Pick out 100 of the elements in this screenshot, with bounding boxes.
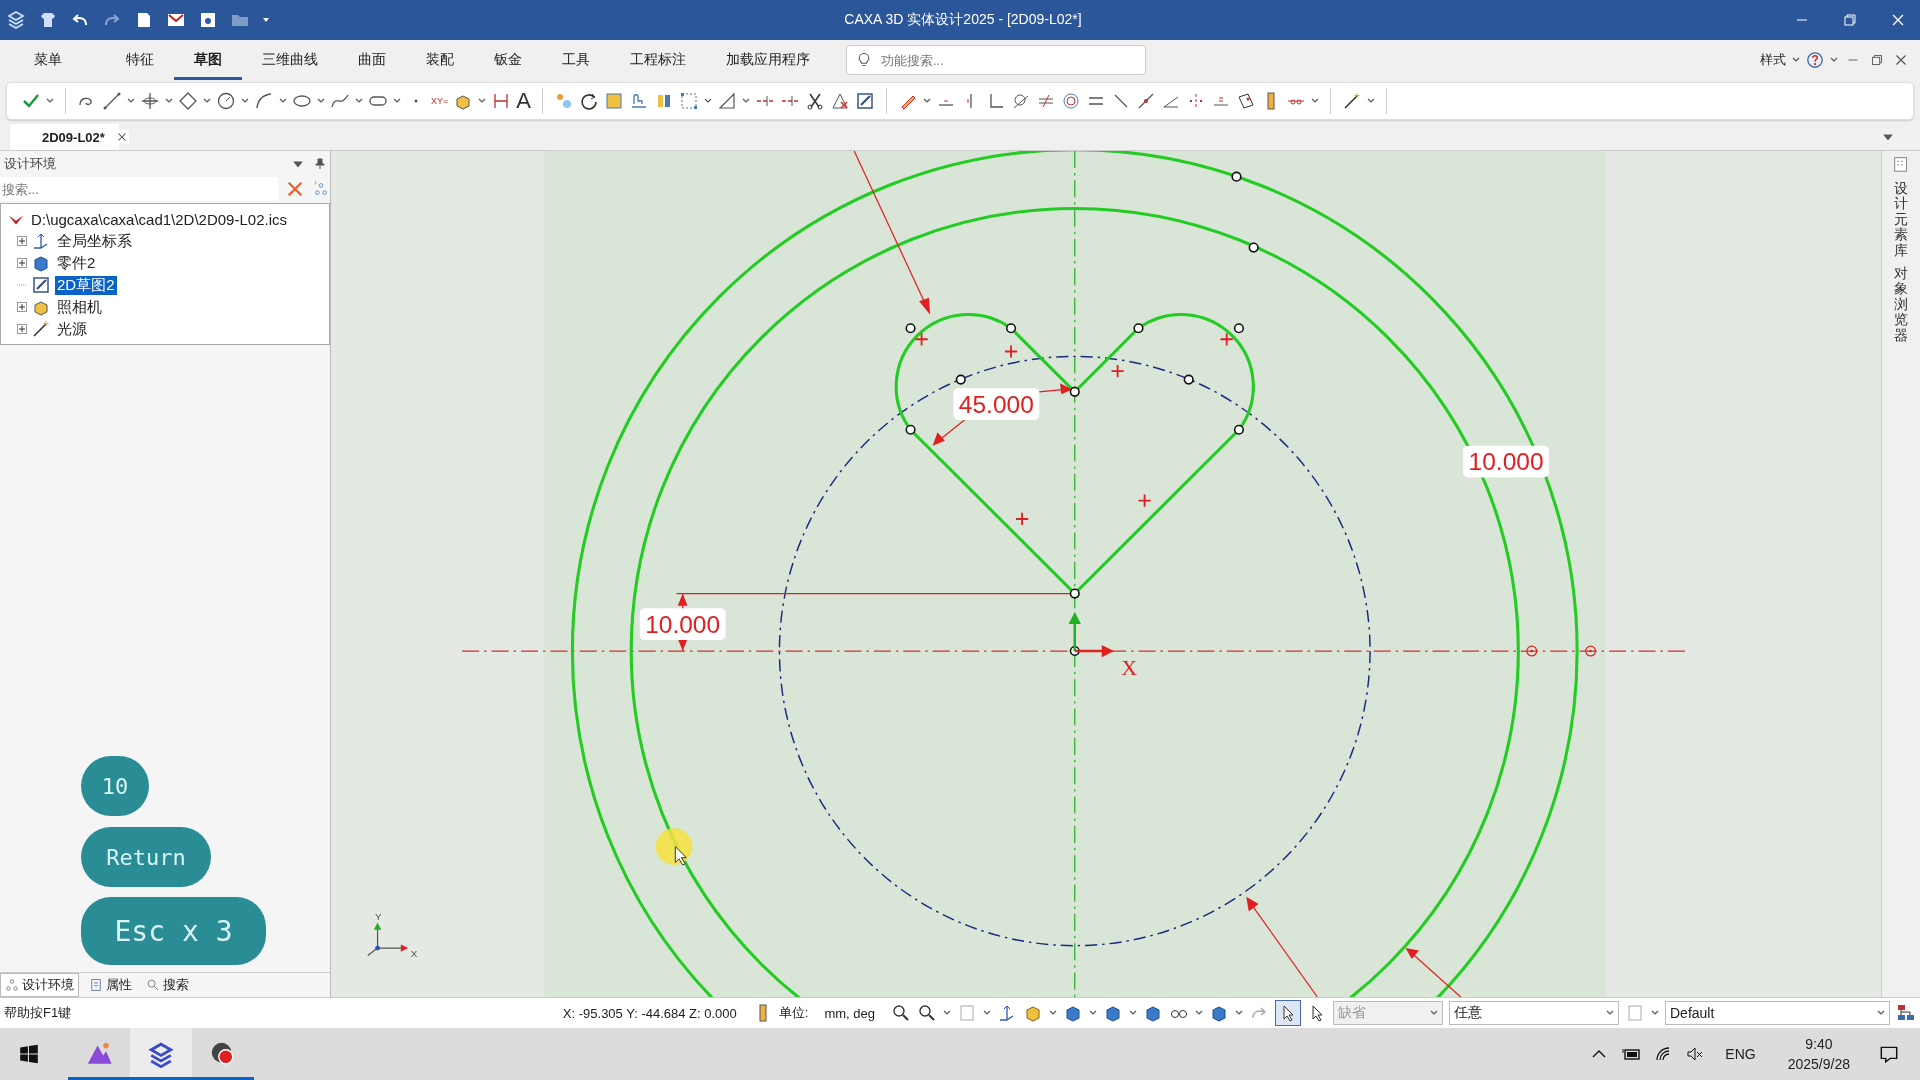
caret-icon[interactable] [1792, 57, 1800, 63]
ribbon-tab[interactable]: 装配 [406, 40, 474, 80]
ribbon-tab[interactable]: 工具 [542, 40, 610, 80]
grid-icon[interactable] [678, 91, 699, 111]
caret-icon[interactable] [355, 98, 363, 104]
expand-icon[interactable] [17, 236, 27, 246]
panel-icon[interactable] [1892, 155, 1910, 173]
crosshair-icon[interactable] [140, 91, 160, 111]
caret-icon[interactable] [279, 98, 287, 104]
zoom-icon[interactable] [917, 1003, 937, 1023]
style-menu[interactable]: 样式 [1760, 51, 1786, 69]
caret-icon[interactable] [1089, 1010, 1097, 1016]
line-icon[interactable] [102, 91, 122, 111]
tree-item[interactable]: D:\ugcaxa\caxa\cad1\2D\2D09-L02.ics [29, 210, 289, 228]
unit-value[interactable]: mm, deg [824, 1005, 875, 1021]
clock-time[interactable]: 9:40 [1805, 1036, 1833, 1052]
help-icon[interactable] [1806, 51, 1824, 69]
diamond-icon[interactable] [178, 91, 198, 111]
ribbon-tab[interactable]: 钣金 [474, 40, 542, 80]
rotate-icon[interactable] [578, 91, 599, 111]
xy-tool[interactable]: XY= [431, 96, 449, 106]
app-logo-icon[interactable] [6, 10, 26, 30]
vertex-point[interactable] [1069, 588, 1080, 599]
arc-icon[interactable] [254, 91, 274, 111]
vertex-point[interactable] [1248, 242, 1259, 253]
concentric-icon[interactable] [1060, 91, 1081, 111]
clear-icon[interactable] [286, 180, 304, 198]
side-tab[interactable]: 对象浏览器 [1894, 265, 1908, 343]
panel-tab[interactable]: 设计环境 [0, 973, 79, 997]
caret-icon[interactable] [1606, 1010, 1614, 1016]
caret-icon[interactable] [165, 98, 173, 104]
vertex-point[interactable] [905, 424, 916, 435]
triangle-icon[interactable] [716, 91, 737, 111]
expand-icon[interactable] [17, 324, 27, 334]
save-icon[interactable] [198, 10, 218, 30]
caret-icon[interactable] [317, 98, 325, 104]
vertex-point[interactable] [905, 323, 916, 334]
caret-icon[interactable] [1366, 98, 1375, 104]
style-dropdown[interactable]: Default [1665, 1001, 1890, 1025]
vertex-point[interactable] [1133, 323, 1144, 334]
caret-icon[interactable] [741, 98, 750, 104]
pointer-icon[interactable] [1275, 1000, 1301, 1026]
language-indicator[interactable]: ENG [1725, 1046, 1756, 1062]
dimension-label[interactable]: 10.000 [1463, 445, 1549, 478]
caret-icon[interactable] [703, 98, 712, 104]
taskbar-app[interactable] [130, 1028, 192, 1080]
search-field[interactable]: 功能搜索... [846, 45, 1146, 75]
erase-icon[interactable] [829, 91, 850, 111]
side-tab[interactable]: 设计元素库 [1894, 181, 1908, 258]
ribbon-tab[interactable]: 三维曲线 [242, 40, 338, 80]
document-tab[interactable]: 2D09-L02* [10, 124, 119, 150]
caret-icon[interactable] [1877, 1010, 1885, 1016]
caret-icon[interactable] [1235, 1010, 1243, 1016]
layers-icon[interactable] [1896, 1003, 1916, 1023]
shirt-icon[interactable] [38, 10, 58, 30]
caret-icon[interactable] [943, 1010, 951, 1016]
caret-icon[interactable] [1049, 1010, 1057, 1016]
dropdown-icon[interactable] [1882, 132, 1894, 142]
clock-date[interactable]: 2025/9/28 [1787, 1056, 1850, 1072]
panel-tab[interactable]: 搜索 [142, 974, 193, 996]
search-field[interactable]: 搜索... [0, 177, 278, 201]
caret-icon[interactable] [1830, 57, 1838, 63]
vertex-point[interactable] [1233, 323, 1245, 334]
tree-item[interactable]: 2D草图2 [55, 275, 117, 295]
vertex-point[interactable] [1183, 374, 1194, 385]
caret-icon[interactable] [203, 98, 211, 104]
caret-icon[interactable] [241, 98, 249, 104]
edit-icon[interactable] [854, 91, 875, 111]
ribbon-tab[interactable]: 菜单 [14, 40, 106, 80]
circle-icon[interactable] [216, 91, 236, 111]
scissors-icon[interactable] [804, 91, 825, 111]
filter-dropdown[interactable]: 任意 [1449, 1001, 1619, 1025]
caret-icon[interactable] [262, 16, 270, 24]
tag-icon[interactable] [1235, 91, 1256, 111]
vertex-point[interactable] [1005, 323, 1017, 334]
caret-icon[interactable] [46, 98, 54, 104]
ribbon-tab[interactable]: 曲面 [338, 40, 406, 80]
sketch-canvas[interactable]: X 45.000 10.000 10.000 Y X [331, 151, 1881, 997]
caret-icon[interactable] [393, 98, 401, 104]
caret-icon[interactable] [922, 98, 931, 104]
zoom-icon[interactable] [891, 1003, 911, 1023]
panel-tab[interactable]: 属性 [85, 974, 136, 996]
vertex-point[interactable] [1233, 424, 1245, 435]
caret-icon[interactable] [1310, 98, 1319, 104]
expand-icon[interactable] [17, 258, 27, 268]
caret-icon[interactable] [127, 98, 135, 104]
ribbon-tab[interactable]: 特征 [106, 40, 174, 80]
caret-icon[interactable] [478, 98, 487, 104]
vertex-point[interactable] [1231, 171, 1242, 182]
vertex-point[interactable] [1069, 386, 1080, 397]
vertex-point[interactable] [955, 374, 966, 385]
ribbon-tab[interactable]: 工程标注 [610, 40, 706, 80]
pin-icon[interactable] [314, 158, 326, 170]
caret-icon[interactable] [1195, 1010, 1203, 1016]
tree-item[interactable]: 全局坐标系 [55, 231, 134, 251]
text-tool[interactable]: A [516, 88, 531, 114]
caret-icon[interactable] [1129, 1010, 1137, 1016]
dimension-label[interactable]: 10.000 [639, 608, 726, 640]
dimension-label[interactable]: 45.000 [953, 388, 1040, 420]
expand-icon[interactable] [17, 302, 27, 312]
